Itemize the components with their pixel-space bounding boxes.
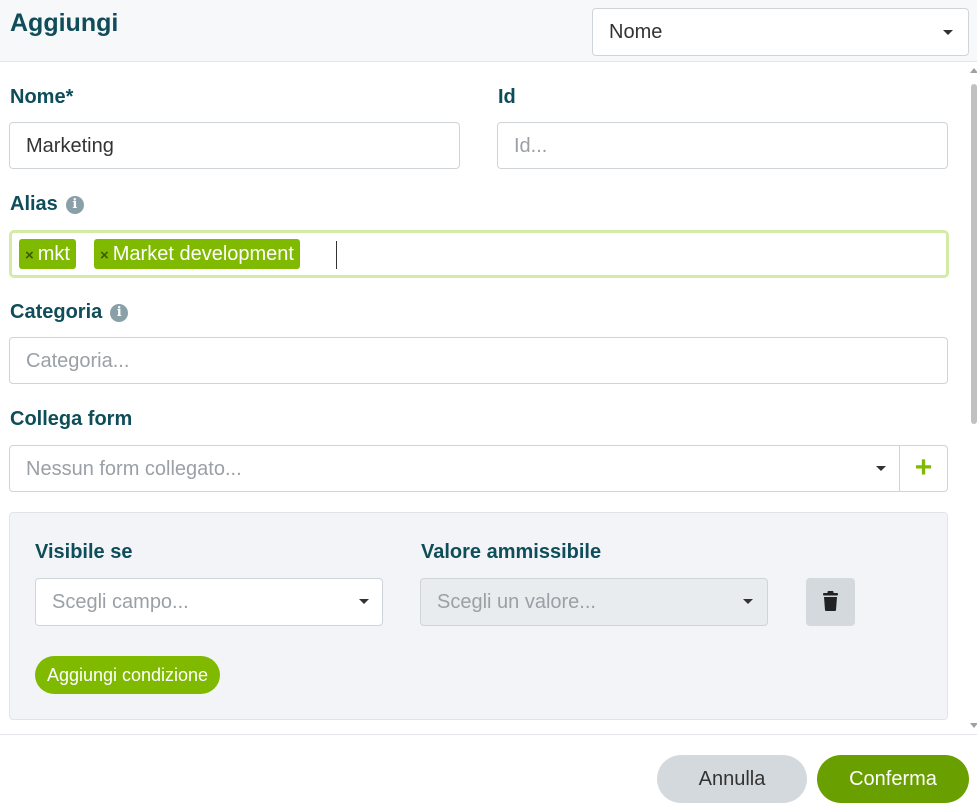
id-label: Id	[498, 86, 516, 108]
nome-input-value: Marketing	[26, 135, 114, 157]
footer-divider	[0, 734, 977, 735]
id-input-placeholder: Id...	[514, 135, 548, 157]
value-select[interactable]: Scegli un valore...	[420, 578, 768, 626]
scrollbar[interactable]	[970, 66, 977, 730]
add-form-button[interactable]: +	[899, 445, 948, 492]
language-select[interactable]: Nome	[592, 8, 969, 56]
alias-tag-label: mkt	[37, 243, 70, 265]
delete-condition-button[interactable]	[806, 578, 855, 626]
categoria-label-text: Categoria	[10, 301, 103, 323]
field-select-placeholder: Scegli campo...	[52, 591, 189, 613]
collega-form-label: Collega form	[10, 408, 133, 430]
categoria-label: Categoria i	[10, 301, 129, 324]
trash-icon	[823, 591, 838, 611]
value-select-placeholder: Scegli un valore...	[437, 591, 596, 613]
cancel-button[interactable]: Annulla	[657, 755, 807, 803]
nome-input[interactable]: Marketing	[9, 122, 460, 169]
info-icon[interactable]: i	[65, 196, 84, 214]
chevron-down-icon	[743, 599, 753, 604]
nome-label: Nome*	[10, 86, 74, 108]
info-icon[interactable]: i	[110, 304, 129, 322]
field-select[interactable]: Scegli campo...	[35, 578, 383, 626]
alias-label: Alias i	[10, 193, 84, 216]
scroll-down-icon[interactable]	[970, 723, 977, 728]
alias-label-text: Alias	[10, 193, 58, 215]
confirm-button[interactable]: Conferma	[817, 755, 969, 803]
alias-tags-input[interactable]: × mkt × Market development	[9, 230, 949, 278]
visible-if-label: Visibile se	[35, 541, 133, 563]
collega-form-placeholder: Nessun form collegato...	[26, 458, 242, 480]
close-icon[interactable]: ×	[25, 247, 34, 264]
categoria-input[interactable]: Categoria...	[9, 337, 948, 384]
text-cursor	[336, 241, 337, 269]
chevron-down-icon	[359, 599, 369, 604]
id-input[interactable]: Id...	[497, 122, 948, 169]
categoria-input-placeholder: Categoria...	[26, 350, 130, 372]
close-icon[interactable]: ×	[100, 247, 109, 264]
modal-header: Aggiungi Nome	[0, 0, 977, 62]
scrollbar-thumb[interactable]	[971, 84, 977, 424]
alias-tag: × mkt	[19, 239, 76, 269]
scroll-up-icon[interactable]	[970, 68, 977, 73]
allowed-value-label: Valore ammissibile	[421, 541, 602, 563]
alias-tag-label: Market development	[112, 243, 294, 265]
language-select-value: Nome	[609, 21, 663, 43]
chevron-down-icon	[943, 30, 953, 35]
add-condition-button[interactable]: Aggiungi condizione	[35, 656, 220, 694]
alias-tag: × Market development	[94, 239, 300, 269]
collega-form-select[interactable]: Nessun form collegato...	[9, 445, 900, 492]
page-title: Aggiungi	[10, 9, 119, 37]
chevron-down-icon	[876, 466, 886, 471]
